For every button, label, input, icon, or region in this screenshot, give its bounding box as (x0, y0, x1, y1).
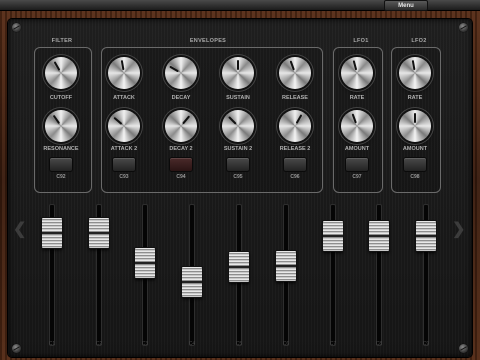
knob-label-lfo1-rate: RATE (349, 95, 365, 101)
fader-label: C1 (48, 341, 56, 347)
decay-knob[interactable] (165, 57, 197, 89)
screw-icon (12, 23, 21, 32)
cc-button-c95[interactable] (227, 158, 249, 171)
cc-button-c94[interactable] (170, 158, 192, 171)
knob-label-resonance: RESONANCE (43, 146, 79, 152)
group-title-filter: FILTER (51, 38, 73, 44)
top-toolbar: Menu (0, 0, 480, 11)
knob-label-decay-2: DECAY 2 (169, 146, 193, 152)
cc-label: C96 (290, 174, 300, 180)
decay-2-knob[interactable] (165, 110, 197, 142)
sustain-2-knob[interactable] (222, 110, 254, 142)
cutoff-knob[interactable] (45, 57, 77, 89)
fader-4-handle[interactable] (182, 267, 202, 297)
cc-button-c93[interactable] (113, 158, 135, 171)
sustain-knob[interactable] (222, 57, 254, 89)
cc-label: C97 (352, 174, 362, 180)
knob-label-decay: DECAY (171, 95, 191, 101)
attack-knob[interactable] (108, 57, 140, 89)
cc-label: C93 (119, 174, 129, 180)
attack-2-knob[interactable] (108, 110, 140, 142)
fader-7-handle[interactable] (323, 221, 343, 251)
cc-label: C94 (176, 174, 186, 180)
fader-3-handle[interactable] (135, 248, 155, 278)
fader-label: C2 (95, 341, 103, 347)
chevron-right-icon[interactable]: ❯ (452, 219, 465, 239)
knob-label-lfo2-amount: AMOUNT (402, 146, 428, 152)
group-title-lfo1: LFO1 (353, 38, 369, 44)
screw-icon (459, 23, 468, 32)
knob-label-release: RELEASE (282, 95, 308, 101)
cc-button-c98[interactable] (404, 158, 426, 171)
knob-label-attack-2: ATTACK 2 (110, 146, 138, 152)
knob-label-release-2: RELEASE 2 (279, 146, 311, 152)
fader-label: C5 (235, 341, 243, 347)
knob-label-attack: ATTACK (113, 95, 135, 101)
fader-2-handle[interactable] (89, 218, 109, 248)
cc-button-c97[interactable] (346, 158, 368, 171)
lfo2-rate-knob[interactable] (399, 57, 431, 89)
screw-icon (459, 344, 468, 353)
fader-8-handle[interactable] (369, 221, 389, 251)
lfo1-rate-knob[interactable] (341, 57, 373, 89)
fader-6-handle[interactable] (276, 251, 296, 281)
menu-button[interactable]: Menu (384, 0, 428, 11)
knob-label-lfo1-amount: AMOUNT (344, 146, 370, 152)
fader-label: C8 (375, 341, 383, 347)
knob-label-sustain-2: SUSTAIN 2 (223, 146, 253, 152)
fader-1-handle[interactable] (42, 218, 62, 248)
group-title-envelopes: ENVELOPES (189, 38, 227, 44)
cc-button-c96[interactable] (284, 158, 306, 171)
fader-9-handle[interactable] (416, 221, 436, 251)
cc-button-c92[interactable] (50, 158, 72, 171)
controller-panel: FILTER ENVELOPES LFO1 LFO2 CUTOFF ATTACK… (8, 19, 472, 357)
release-2-knob[interactable] (279, 110, 311, 142)
lfo1-amount-knob[interactable] (341, 110, 373, 142)
fader-label: C7 (329, 341, 337, 347)
lfo2-amount-knob[interactable] (399, 110, 431, 142)
cc-label: C98 (410, 174, 420, 180)
knob-label-lfo2-rate: RATE (407, 95, 423, 101)
cc-label: C92 (56, 174, 66, 180)
cc-label: C95 (233, 174, 243, 180)
chevron-left-icon[interactable]: ❮ (13, 219, 26, 239)
resonance-knob[interactable] (45, 110, 77, 142)
fader-label: C3 (141, 341, 149, 347)
fader-label: C4 (188, 341, 196, 347)
knob-label-cutoff: CUTOFF (49, 95, 73, 101)
release-knob[interactable] (279, 57, 311, 89)
knob-label-sustain: SUSTAIN (226, 95, 250, 101)
fader-5-handle[interactable] (229, 252, 249, 282)
screw-icon (12, 344, 21, 353)
fader-label: C9 (422, 341, 430, 347)
fader-label: C6 (282, 341, 290, 347)
group-title-lfo2: LFO2 (411, 38, 427, 44)
